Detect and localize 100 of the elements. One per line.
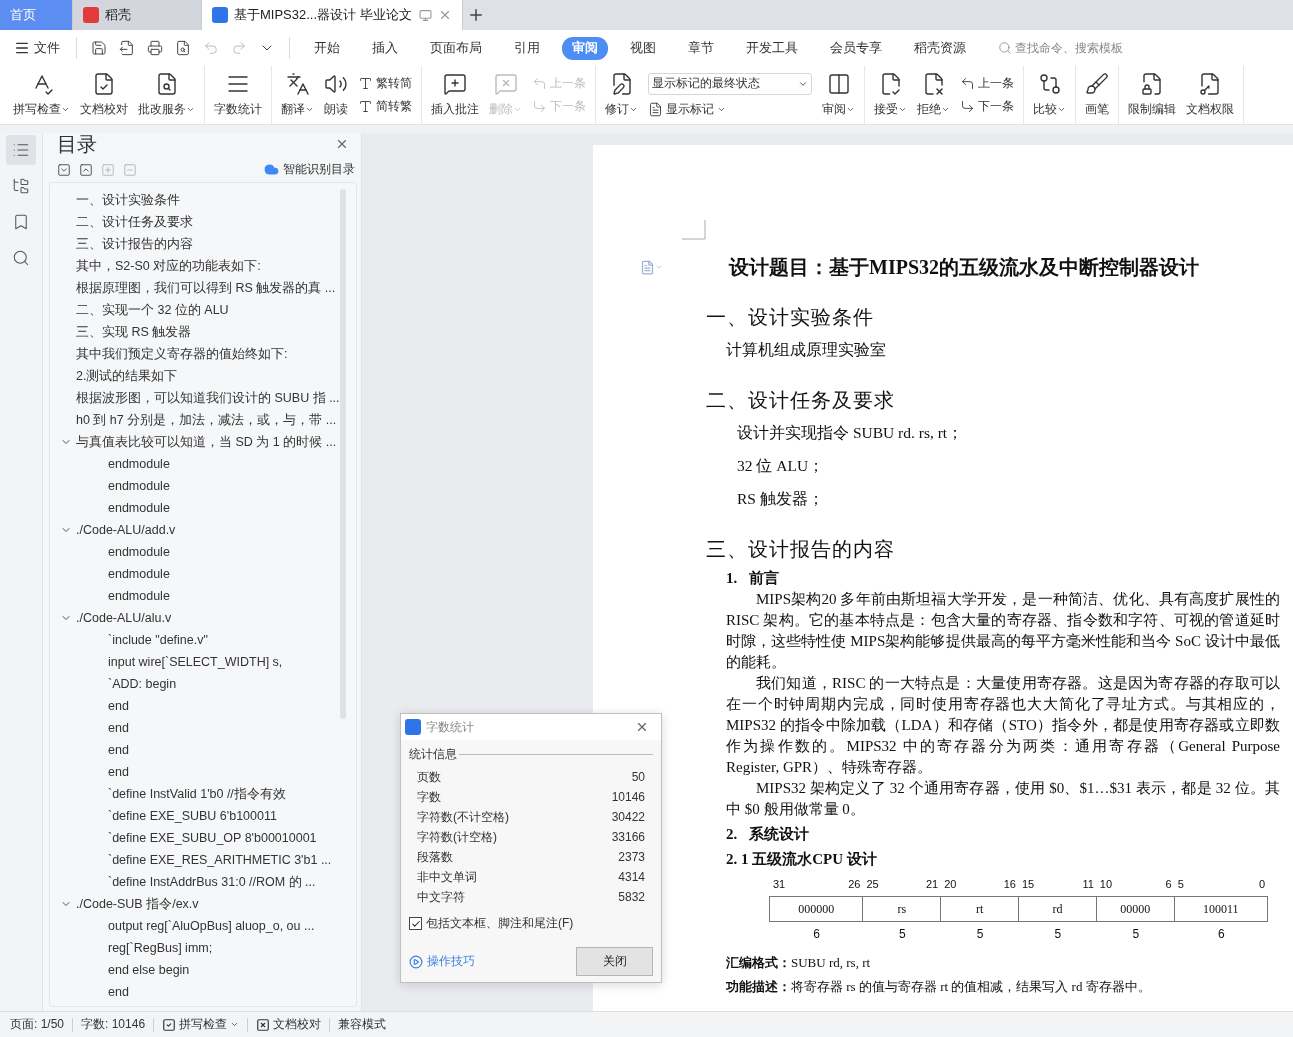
toc-item[interactable]: `define InstAddrBus 31:0 //ROM 的 ... — [108, 873, 316, 891]
toc-item[interactable]: endmodule — [108, 457, 170, 471]
ribbon-button[interactable]: 简转繁 — [358, 98, 412, 115]
sub-heading: 2. 系统设计 — [726, 825, 810, 844]
toc-item[interactable]: endmodule — [108, 589, 170, 603]
stat-value: 10146 — [611, 790, 645, 804]
window-tab[interactable]: 基于MIPS32...器设计 毕业论文 — [202, 0, 463, 30]
toc-item[interactable]: 二、实现一个 32 位的 ALU — [76, 301, 229, 319]
ribbon-button[interactable]: 插入批注 — [426, 66, 484, 124]
document-key-icon — [1198, 72, 1222, 96]
document-icon — [648, 101, 663, 117]
ribbon-button[interactable]: 上一条 — [960, 75, 1014, 92]
ribbon-button[interactable]: 朗读 — [319, 66, 353, 124]
menu-tab[interactable]: 章节 — [678, 36, 724, 60]
corner-arrow-icon — [960, 99, 975, 114]
toc-item[interactable]: 其中我们预定义寄存器的值始终如下: — [76, 345, 288, 363]
markup-select[interactable]: 显示标记的最终状态 — [648, 72, 812, 95]
compat-mode-button[interactable]: 兼容模式 — [338, 1016, 387, 1033]
bit-label: 20 — [944, 878, 957, 892]
toc-item[interactable]: end — [108, 699, 129, 713]
toc-item[interactable]: end else begin — [108, 963, 190, 977]
toc-item[interactable]: end — [108, 721, 129, 735]
toc-item[interactable]: 2.测试的结果如下 — [76, 367, 178, 385]
toc-item[interactable]: output reg[`AluOpBus] aluop_o, ou ... — [108, 919, 315, 933]
menu-tab[interactable]: 视图 — [620, 36, 666, 60]
menu-tab[interactable]: 开发工具 — [736, 36, 808, 60]
menu-tab[interactable]: 会员专享 — [820, 36, 892, 60]
menu-tab[interactable]: 开始 — [304, 36, 350, 60]
toc-item[interactable]: endmodule — [108, 545, 170, 559]
ribbon-button[interactable]: 拼写检查 — [8, 66, 75, 124]
toc-item[interactable]: ./Code-ALU/add.v — [76, 523, 176, 537]
toc-item[interactable]: h0 到 h7 分别是，加法，减法，或，与，带 ... — [76, 411, 337, 429]
columns-icon — [826, 72, 851, 96]
menu-tab[interactable]: 引用 — [504, 36, 550, 60]
toc-item[interactable]: 根据波形图，可以知道我们设计的 SUBU 指 ... — [76, 389, 340, 407]
ribbon-button[interactable]: 翻译 — [276, 66, 319, 124]
ribbon-button[interactable]: 字数统计 — [209, 66, 267, 124]
field-cell: rt — [940, 896, 1019, 922]
bit-count: 6 — [812, 926, 822, 943]
menu-tab[interactable]: 稻壳资源 — [904, 36, 976, 60]
ribbon-button[interactable]: 接受 — [869, 66, 912, 124]
toc-item[interactable]: endmodule — [108, 567, 170, 581]
file-menu[interactable]: 文件 — [8, 39, 66, 57]
toc-item[interactable]: endmodule — [108, 479, 170, 493]
stat-value: 5832 — [618, 890, 645, 904]
toc-item[interactable]: end — [108, 985, 129, 999]
stat-value: 30422 — [611, 810, 645, 824]
ribbon-button[interactable]: 限制编辑 — [1123, 66, 1181, 124]
ribbon-button[interactable]: 文档权限 — [1181, 66, 1239, 124]
proofread-button[interactable]: 文档校对 — [256, 1016, 322, 1033]
minus-icon — [123, 162, 137, 177]
smart-toc-button[interactable]: 智能识别目录 — [264, 161, 355, 178]
toc-item[interactable]: 根据原理图，我们可以得到 RS 触发器的真 ... — [76, 279, 336, 297]
ribbon-button[interactable]: 下一条 — [960, 98, 1014, 115]
bit-label: 11 — [1082, 878, 1094, 892]
toc-item[interactable]: end — [108, 743, 129, 757]
ribbon-button[interactable]: 审阅 — [817, 66, 860, 124]
toc-item[interactable]: ./Code-ALU/alu.v — [76, 611, 172, 625]
toc-item[interactable]: end — [108, 765, 129, 779]
search-field[interactable]: 查找命令、搜索模板 — [1015, 41, 1145, 55]
toc-item[interactable]: reg[`RegBus] imm; — [108, 941, 213, 955]
text-icon — [358, 76, 373, 91]
toc-item[interactable]: 其中，S2-S0 对应的功能表如下: — [76, 257, 261, 275]
tips-link[interactable]: 操作技巧 — [409, 953, 475, 970]
ribbon-button[interactable]: 批改服务 — [133, 66, 200, 124]
search-icon — [12, 249, 30, 267]
checkbox[interactable] — [409, 917, 422, 930]
toc-item[interactable]: 与真值表比较可以知道，当 SD 为 1 的时候 ... — [76, 433, 337, 451]
sidebar-tab[interactable] — [6, 135, 36, 165]
toc-item[interactable]: `ADD: begin — [108, 677, 177, 691]
menu-tab[interactable]: 插入 — [362, 36, 408, 60]
toc-item[interactable]: `define InstValid 1'b0 //指令有效 — [108, 785, 286, 803]
toc-item[interactable]: 一、设计实验条件 — [76, 191, 180, 209]
ribbon-button[interactable]: 显示标记 — [648, 100, 812, 118]
ribbon-button[interactable]: 画笔 — [1080, 66, 1114, 124]
toc-item[interactable]: 二、设计任务及要求 — [76, 213, 193, 231]
toc-item[interactable]: `define EXE_SUBU 6'b100011 — [108, 809, 277, 823]
toc-item[interactable]: `include "define.v" — [108, 633, 208, 647]
toc-item[interactable]: 三、设计报告的内容 — [76, 235, 193, 253]
ribbon-button[interactable]: 修订 — [600, 66, 643, 124]
corner-arrow-icon — [960, 76, 975, 91]
ribbon-button[interactable]: 比较 — [1028, 66, 1071, 124]
toc-item[interactable]: ./Code-SUB 指令/ex.v — [76, 895, 199, 913]
field-cell: 100011 — [1173, 896, 1268, 922]
toc-item[interactable]: `define EXE_SUBU_OP 8'b00010001 — [108, 831, 317, 845]
toc-item[interactable]: `define EXE_RES_ARITHMETIC 3'b1 ... — [108, 853, 332, 867]
check-icon — [410, 918, 421, 929]
window-tab[interactable]: 稻壳 — [73, 0, 202, 30]
caret-icon — [230, 1020, 240, 1029]
include-checkbox[interactable]: 包括文本框、脚注和尾注(F) — [409, 915, 653, 932]
toc-item[interactable]: endmodule — [108, 501, 170, 515]
spell-check-button[interactable]: 拼写检查 — [162, 1016, 240, 1033]
toc-item[interactable]: input wire[`SELECT_WIDTH] s, — [108, 655, 283, 669]
close-icon[interactable] — [438, 8, 452, 22]
ribbon-button[interactable]: 文档校对 — [75, 66, 133, 124]
toc-item[interactable]: 三、实现 RS 触发器 — [76, 323, 192, 341]
ribbon-button[interactable]: 拒绝 — [912, 66, 955, 124]
ribbon-button[interactable]: 繁转简 — [358, 75, 412, 92]
close-button[interactable]: 关闭 — [576, 947, 653, 976]
menu-tab[interactable]: 页面布局 — [420, 36, 492, 60]
